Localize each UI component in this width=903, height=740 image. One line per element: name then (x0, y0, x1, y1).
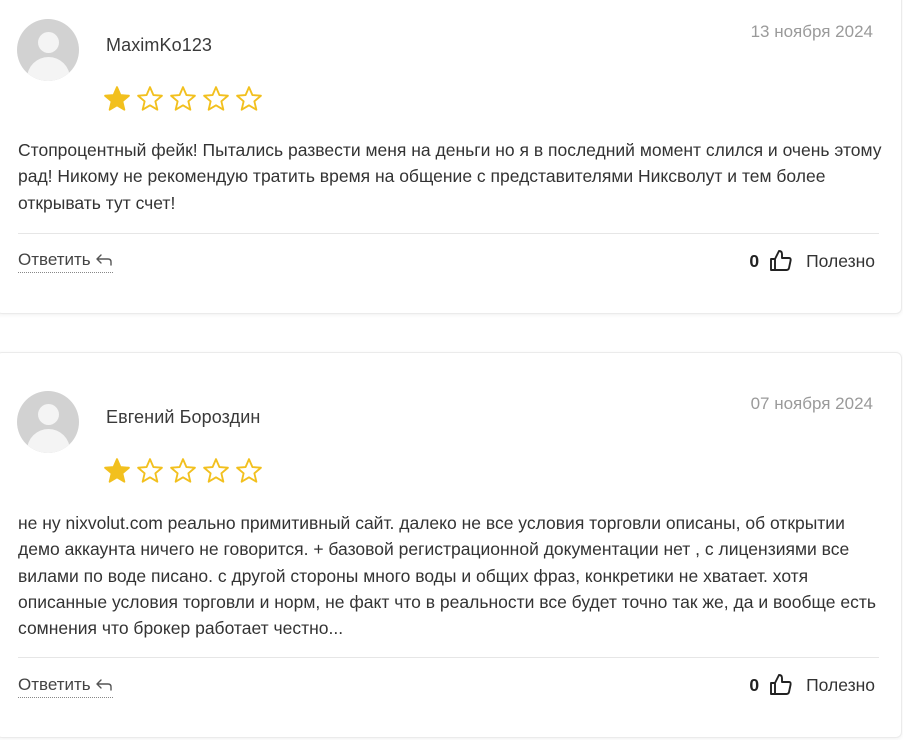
star-empty-icon (236, 86, 262, 111)
reply-label: Ответить (18, 675, 91, 694)
star-empty-icon (170, 458, 196, 483)
star-empty-icon (137, 458, 163, 483)
review-text: не ну nixvolut.com реально примитивный с… (18, 513, 876, 639)
reply-link[interactable]: Ответить (18, 250, 113, 273)
reply-label: Ответить (18, 250, 91, 269)
useful-count: 0 (749, 250, 760, 271)
divider (18, 657, 879, 658)
star-filled-icon (104, 458, 130, 483)
useful-section: 0 Полезно (749, 249, 875, 273)
review-author: MaximKo123 (106, 35, 213, 55)
review-card: Евгений Бороздин 07 ноября 2024 не ну ni… (0, 352, 902, 738)
review-date: 13 ноября 2024 (750, 22, 873, 41)
divider (18, 233, 879, 234)
review-author: Евгений Бороздин (106, 407, 261, 427)
star-empty-icon (236, 458, 262, 483)
reply-link[interactable]: Ответить (18, 675, 113, 698)
useful-button[interactable]: Полезно (806, 251, 875, 272)
star-filled-icon (104, 86, 130, 111)
rating-stars (103, 457, 263, 485)
useful-button[interactable]: Полезно (806, 675, 875, 696)
avatar (17, 391, 79, 453)
reply-arrow-icon (95, 254, 112, 266)
star-empty-icon (137, 86, 163, 111)
review-text: Стопроцентный фейк! Пытались развести ме… (18, 140, 882, 213)
star-empty-icon (170, 86, 196, 111)
useful-count: 0 (749, 674, 760, 695)
avatar (17, 19, 79, 81)
useful-section: 0 Полезно (749, 673, 875, 697)
review-date: 07 ноября 2024 (750, 394, 873, 413)
thumbs-up-icon[interactable] (769, 673, 793, 697)
rating-stars (103, 85, 263, 113)
review-card: MaximKo123 13 ноября 2024 Стопроцентный … (0, 0, 902, 314)
reply-arrow-icon (95, 679, 112, 691)
thumbs-up-icon[interactable] (769, 249, 793, 273)
star-empty-icon (203, 458, 229, 483)
star-empty-icon (203, 86, 229, 111)
